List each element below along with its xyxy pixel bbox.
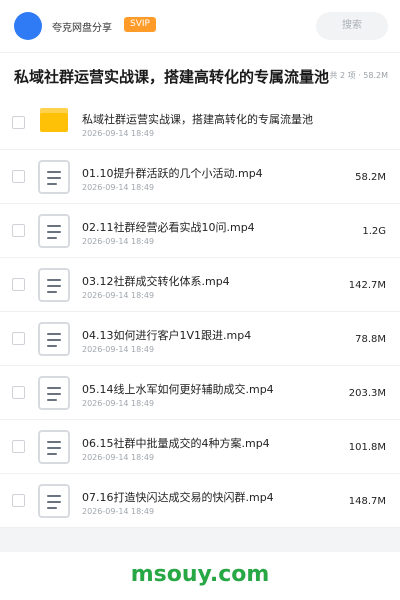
video-file-icon [38,430,70,464]
list-item[interactable]: 03.12社群成交转化体系.mp4 2026-09-14 18:49 142.7… [0,258,400,312]
item-size: 142.7M [348,280,386,291]
item-name: 私域社群运营实战课，搭建高转化的专属流量池 [82,113,313,126]
select-checkbox[interactable] [12,494,25,507]
item-size: 101.8M [348,442,386,453]
list-item[interactable]: 05.14线上水军如何更好辅助成交.mp4 2026-09-14 18:49 2… [0,366,400,420]
list-item[interactable]: 01.10提升群活跃的几个小活动.mp4 2026-09-14 18:49 58… [0,150,400,204]
avatar[interactable] [14,12,42,40]
list-item[interactable]: 07.16打造快闪达成交易的快闪群.mp4 2026-09-14 18:49 1… [0,474,400,528]
page-title: 私域社群运营实战课，搭建高转化的专属流量池 [14,68,330,86]
video-file-icon [38,376,70,410]
item-count-meta: 共 2 项 · 58.2M [329,71,388,80]
select-checkbox[interactable] [12,332,25,345]
list-item[interactable]: 06.15社群中批量成交的4种方案.mp4 2026-09-14 18:49 1… [0,420,400,474]
item-date: 2026-09-14 18:49 [82,507,155,516]
select-checkbox[interactable] [12,116,25,129]
item-size: 1.2G [362,226,386,237]
item-size: 203.3M [348,388,386,399]
video-file-icon [38,484,70,518]
share-owner-name: 夸克网盘分享 [52,23,112,34]
video-file-icon [38,322,70,356]
video-file-icon [38,268,70,302]
item-name: 07.16打造快闪达成交易的快闪群.mp4 [82,491,274,504]
item-name: 03.12社群成交转化体系.mp4 [82,275,230,288]
item-date: 2026-09-14 18:49 [82,183,155,192]
list-item[interactable]: 02.11社群经营必看实战10问.mp4 2026-09-14 18:49 1.… [0,204,400,258]
select-checkbox[interactable] [12,440,25,453]
list-item[interactable]: 04.13如何进行客户1V1跟进.mp4 2026-09-14 18:49 78… [0,312,400,366]
svip-badge: SVIP [124,17,156,32]
folder-icon [40,108,68,132]
list-item-folder[interactable]: 私域社群运营实战课，搭建高转化的专属流量池 2026-09-14 18:49 [0,96,400,150]
select-checkbox[interactable] [12,170,25,183]
item-name: 04.13如何进行客户1V1跟进.mp4 [82,329,252,342]
item-date: 2026-09-14 18:49 [82,345,155,354]
item-name: 06.15社群中批量成交的4种方案.mp4 [82,437,270,450]
select-checkbox[interactable] [12,386,25,399]
item-size: 148.7M [348,496,386,507]
title-bar: 私域社群运营实战课，搭建高转化的专属流量池 共 2 项 · 58.2M [0,52,400,96]
item-name: 02.11社群经营必看实战10问.mp4 [82,221,255,234]
select-checkbox[interactable] [12,278,25,291]
item-date: 2026-09-14 18:49 [82,237,155,246]
app-header: 夸克网盘分享 SVIP 搜索 [0,0,400,52]
item-size: 78.8M [355,334,386,345]
video-file-icon [38,160,70,194]
item-date: 2026-09-14 18:49 [82,399,155,408]
item-name: 05.14线上水军如何更好辅助成交.mp4 [82,383,274,396]
item-date: 2026-09-14 18:49 [82,129,155,138]
video-file-icon [38,214,70,248]
footer: msouy.com [0,552,400,600]
select-checkbox[interactable] [12,224,25,237]
file-list: 私域社群运营实战课，搭建高转化的专属流量池 2026-09-14 18:49 0… [0,96,400,528]
site-watermark: msouy.com [130,562,270,587]
item-size: 58.2M [355,172,386,183]
item-name: 01.10提升群活跃的几个小活动.mp4 [82,167,263,180]
item-date: 2026-09-14 18:49 [82,291,155,300]
item-date: 2026-09-14 18:49 [82,453,155,462]
search-button[interactable]: 搜索 [316,12,388,40]
